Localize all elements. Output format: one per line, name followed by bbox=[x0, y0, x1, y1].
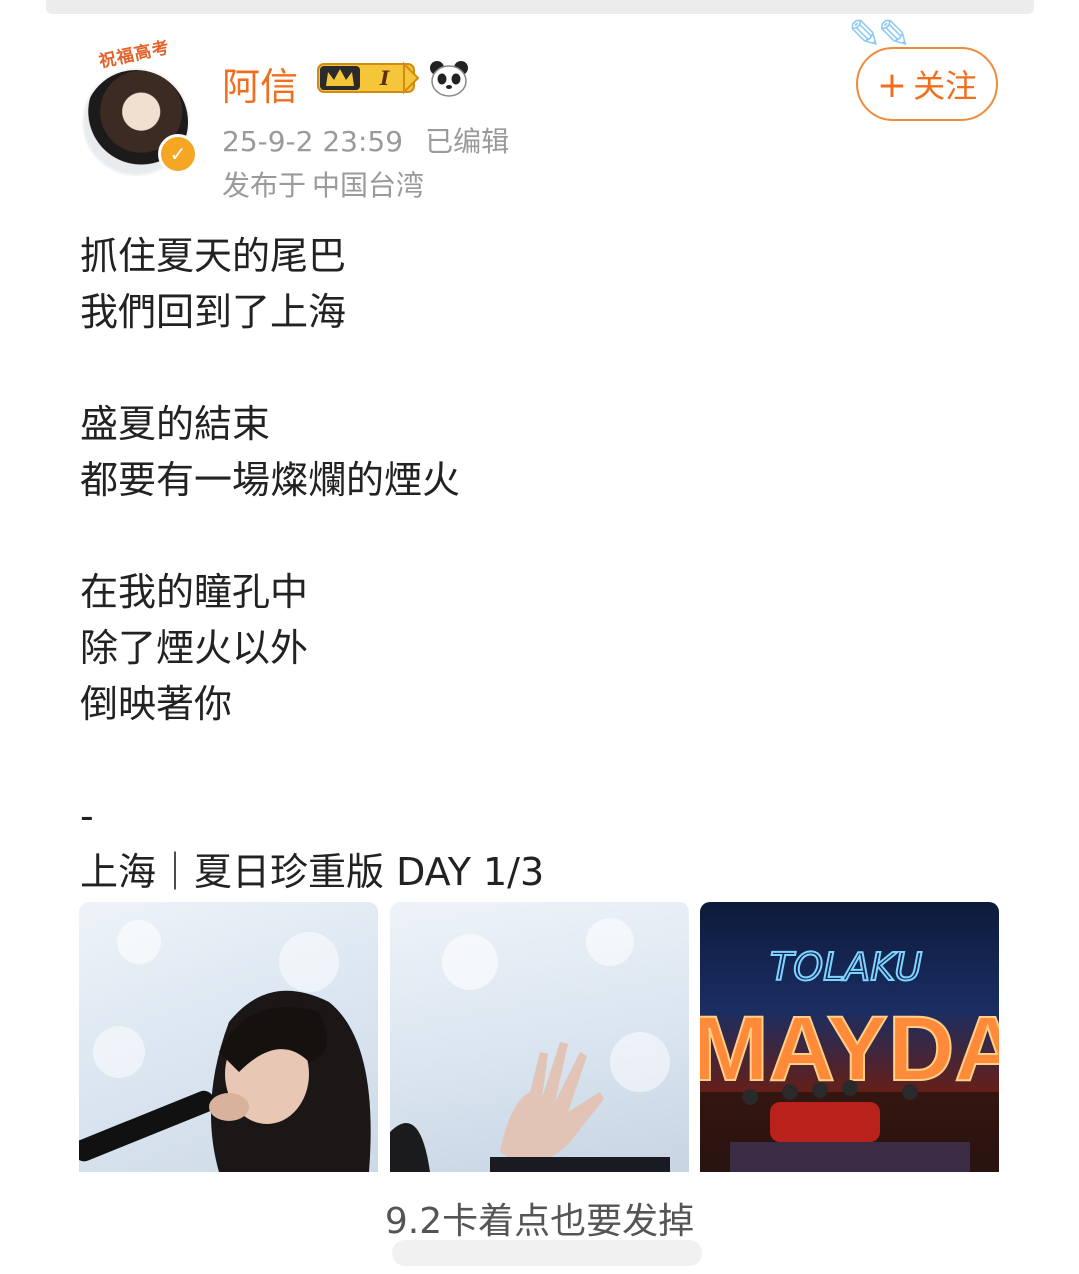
location-prefix: 发布于 bbox=[222, 169, 307, 202]
plus-icon: + bbox=[876, 65, 908, 106]
post-line: 上海｜夏日珍重版 DAY 1/3 bbox=[80, 850, 545, 894]
location-name: 中国台湾 bbox=[312, 169, 425, 202]
singer-image bbox=[79, 920, 371, 1172]
post-line: 盛夏的結束 bbox=[80, 402, 271, 446]
post-line: - bbox=[80, 794, 94, 838]
verified-icon: ✓ bbox=[158, 134, 198, 174]
follow-button[interactable]: + 关注 bbox=[856, 47, 998, 121]
member-crown-icon[interactable]: I bbox=[316, 60, 420, 96]
stage-image: TOLAKU MAYDAY bbox=[700, 944, 999, 1172]
post-line: 我們回到了上海 bbox=[80, 290, 347, 334]
photo-thumbnail-1[interactable] bbox=[79, 902, 378, 1172]
badge-level: I bbox=[379, 66, 390, 90]
author-name[interactable]: 阿信 bbox=[222, 56, 298, 111]
post-line: 倒映著你 bbox=[80, 682, 233, 726]
post-meta: 25-9-2 23:59 已编辑 bbox=[222, 120, 509, 160]
photo-thumbnail-2[interactable] bbox=[390, 902, 689, 1172]
neon-sign-text: TOLAKU bbox=[770, 945, 923, 989]
post-body: 抓住夏天的尾巴 我們回到了上海 盛夏的結束 都要有一場燦爛的煙火 在我的瞳孔中 … bbox=[80, 228, 1000, 900]
post-line: 抓住夏天的尾巴 bbox=[80, 234, 347, 278]
follow-label: 关注 bbox=[913, 67, 978, 105]
photo-gallery: TOLAKU MAYDAY bbox=[79, 902, 1000, 1172]
panda-icon bbox=[430, 61, 468, 97]
caption-pill bbox=[392, 1240, 702, 1266]
author-avatar[interactable]: 祝福高考 ✓ bbox=[74, 38, 198, 176]
post-line: 都要有一場燦爛的煙火 bbox=[80, 458, 461, 502]
post-timestamp: 25-9-2 23:59 bbox=[222, 125, 404, 158]
edited-label[interactable]: 已编辑 bbox=[425, 125, 509, 158]
post-location: 发布于 中国台湾 bbox=[222, 164, 424, 204]
caption-text: 9.2卡着点也要发掉 bbox=[384, 1201, 695, 1242]
hand-image bbox=[390, 918, 670, 1172]
post-line: 在我的瞳孔中 bbox=[80, 570, 309, 614]
photo-thumbnail-3[interactable]: TOLAKU MAYDAY bbox=[700, 902, 999, 1172]
post-line: 除了煙火以外 bbox=[80, 626, 309, 670]
